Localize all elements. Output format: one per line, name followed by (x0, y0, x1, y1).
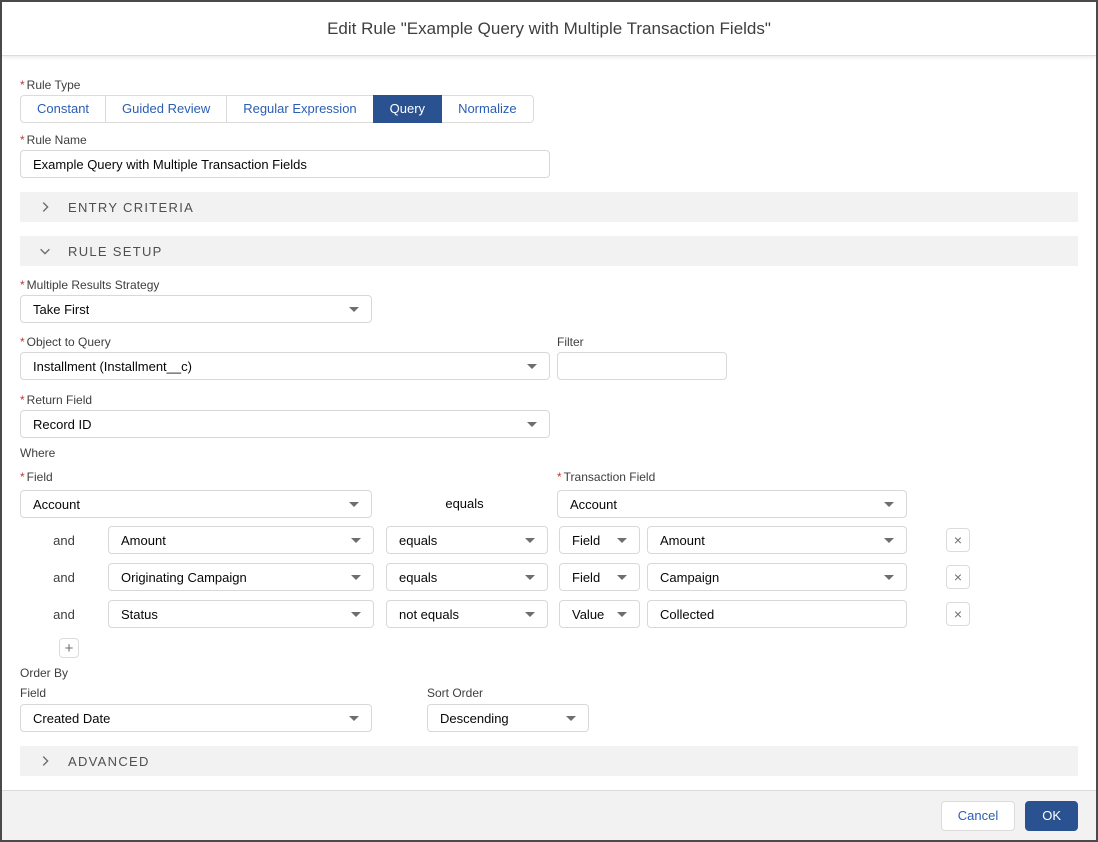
dropdown-caret-icon (349, 307, 359, 312)
required-asterisk: * (20, 335, 25, 349)
transaction-field-label: *Transaction Field (557, 470, 655, 484)
order-by-label: Order By (20, 666, 1078, 680)
condition-type-select[interactable]: Field (559, 563, 640, 591)
section-entry-criteria[interactable]: ENTRY CRITERIA (20, 192, 1078, 222)
dropdown-caret-icon (527, 422, 537, 427)
dropdown-caret-icon (884, 502, 894, 507)
transaction-field-select[interactable]: Account (557, 490, 907, 518)
required-asterisk: * (20, 133, 25, 147)
dialog-body: *Rule Type Constant Guided Review Regula… (2, 56, 1096, 790)
condition-operator-select[interactable]: not equals (386, 600, 548, 628)
dropdown-caret-icon (351, 538, 361, 543)
remove-condition-button[interactable]: × (946, 602, 970, 626)
cancel-button[interactable]: Cancel (941, 801, 1015, 831)
dropdown-caret-icon (351, 575, 361, 580)
dialog-header: Edit Rule "Example Query with Multiple T… (2, 2, 1096, 56)
condition-row: and Originating Campaign equals Field Ca… (20, 563, 1078, 591)
dropdown-caret-icon (525, 538, 535, 543)
section-title: ADVANCED (68, 754, 150, 769)
chevron-right-icon (38, 200, 52, 214)
order-by-field: Field Created Date (20, 686, 372, 732)
sort-order-select[interactable]: Descending (427, 704, 589, 732)
condition-type-select[interactable]: Value (559, 600, 640, 628)
chevron-down-icon (38, 244, 52, 258)
where-operator-text: equals (372, 490, 557, 518)
edit-rule-dialog: Edit Rule "Example Query with Multiple T… (0, 0, 1098, 842)
order-by-field-label: Field (20, 686, 372, 700)
condition-row: and Amount equals Field Amount × (20, 526, 1078, 554)
object-filter-row: *Object to Query Installment (Installmen… (20, 335, 1078, 380)
where-label: Where (20, 446, 1078, 460)
dropdown-caret-icon (617, 538, 627, 543)
required-asterisk: * (20, 393, 25, 407)
filter-field: Filter (557, 335, 727, 380)
dropdown-caret-icon (617, 575, 627, 580)
dropdown-caret-icon (566, 716, 576, 721)
dropdown-caret-icon (525, 575, 535, 580)
conjunction-label: and (20, 607, 108, 622)
add-condition-button[interactable]: + (59, 638, 79, 658)
rule-type-label: *Rule Type (20, 78, 1078, 92)
order-by-field-select[interactable]: Created Date (20, 704, 372, 732)
tab-query[interactable]: Query (373, 95, 442, 123)
required-asterisk: * (557, 470, 562, 484)
rule-name-label: *Rule Name (20, 133, 1078, 147)
sort-order-field: Sort Order Descending (427, 686, 589, 732)
section-title: RULE SETUP (68, 244, 163, 259)
where-field-label: *Field (20, 470, 53, 484)
condition-value-input[interactable] (647, 600, 907, 628)
tab-normalize[interactable]: Normalize (441, 95, 534, 123)
tab-regular-expression[interactable]: Regular Expression (226, 95, 373, 123)
rule-type-button-group: Constant Guided Review Regular Expressio… (20, 95, 1078, 123)
object-to-query-label: *Object to Query (20, 335, 550, 349)
where-field-select[interactable]: Account (20, 490, 372, 518)
dropdown-caret-icon (525, 612, 535, 617)
condition-type-select[interactable]: Field (559, 526, 640, 554)
condition-field-select[interactable]: Originating Campaign (108, 563, 374, 591)
filter-label: Filter (557, 335, 727, 349)
dropdown-caret-icon (349, 502, 359, 507)
order-by-row: Field Created Date Sort Order Descending (20, 686, 1078, 732)
condition-value-select[interactable]: Amount (647, 526, 907, 554)
dropdown-caret-icon (617, 612, 627, 617)
object-to-query-select[interactable]: Installment (Installment__c) (20, 352, 550, 380)
conjunction-label: and (20, 533, 108, 548)
tab-constant[interactable]: Constant (20, 95, 106, 123)
condition-value-select[interactable]: Campaign (647, 563, 907, 591)
section-advanced[interactable]: ADVANCED (20, 746, 1078, 776)
dropdown-caret-icon (351, 612, 361, 617)
return-field-select[interactable]: Record ID (20, 410, 550, 438)
dropdown-caret-icon (884, 575, 894, 580)
tab-guided-review[interactable]: Guided Review (105, 95, 227, 123)
dropdown-caret-icon (527, 364, 537, 369)
section-title: ENTRY CRITERIA (68, 200, 194, 215)
multiple-results-strategy-label: *Multiple Results Strategy (20, 278, 1078, 292)
dialog-title: Edit Rule "Example Query with Multiple T… (327, 19, 771, 39)
dropdown-caret-icon (349, 716, 359, 721)
object-to-query-field: *Object to Query Installment (Installmen… (20, 335, 550, 380)
where-first-row: Account equals Account (20, 490, 1078, 518)
remove-condition-button[interactable]: × (946, 528, 970, 552)
condition-operator-select[interactable]: equals (386, 526, 548, 554)
dropdown-caret-icon (884, 538, 894, 543)
condition-row: and Status not equals Value × (20, 600, 1078, 628)
condition-field-select[interactable]: Amount (108, 526, 374, 554)
condition-operator-select[interactable]: equals (386, 563, 548, 591)
filter-input[interactable] (557, 352, 727, 380)
condition-field-select[interactable]: Status (108, 600, 374, 628)
required-asterisk: * (20, 278, 25, 292)
return-field-label: *Return Field (20, 393, 1078, 407)
dialog-footer: Cancel OK (2, 790, 1096, 840)
conjunction-label: and (20, 570, 108, 585)
section-rule-setup[interactable]: RULE SETUP (20, 236, 1078, 266)
sort-order-label: Sort Order (427, 686, 589, 700)
chevron-right-icon (38, 754, 52, 768)
where-header-labels: *Field *Transaction Field (20, 468, 1078, 486)
rule-name-input[interactable] (20, 150, 550, 178)
multiple-results-strategy-select[interactable]: Take First (20, 295, 372, 323)
required-asterisk: * (20, 470, 25, 484)
required-asterisk: * (20, 78, 25, 92)
ok-button[interactable]: OK (1025, 801, 1078, 831)
remove-condition-button[interactable]: × (946, 565, 970, 589)
